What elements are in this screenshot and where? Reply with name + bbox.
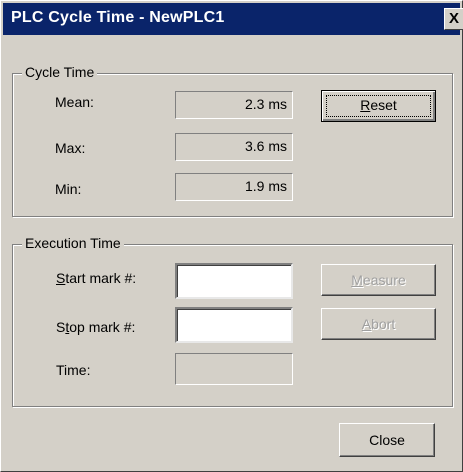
plc-cycle-time-dialog: PLC Cycle Time - NewPLC1 X Cycle Time Me… — [0, 0, 463, 472]
title-bar[interactable]: PLC Cycle Time - NewPLC1 X — [3, 3, 463, 35]
start-mark-label: Start mark #: — [56, 270, 137, 286]
measure-button[interactable]: Measure — [321, 264, 436, 296]
mean-label: Mean: — [55, 94, 94, 110]
max-value: 3.6 ms — [175, 133, 293, 161]
time-value — [175, 353, 293, 385]
min-label: Min: — [55, 181, 82, 197]
measure-button-label: Measure — [351, 272, 406, 288]
execution-time-group-label: Execution Time — [22, 235, 124, 251]
stop-mark-label: Stop mark #: — [56, 319, 136, 335]
stop-mark-input[interactable] — [175, 307, 293, 343]
time-label: Time: — [56, 362, 91, 378]
max-label: Max: — [55, 140, 86, 156]
mean-value: 2.3 ms — [175, 91, 293, 119]
abort-button-label: Abort — [361, 316, 396, 332]
window-title: PLC Cycle Time - NewPLC1 — [11, 9, 225, 26]
cycle-time-group-label: Cycle Time — [22, 64, 98, 80]
min-value: 1.9 ms — [175, 173, 293, 201]
window-close-button[interactable]: X — [444, 8, 463, 30]
reset-button-label: Reset — [360, 97, 397, 113]
reset-button[interactable]: Reset — [321, 90, 436, 122]
start-mark-input[interactable] — [175, 263, 293, 299]
close-button[interactable]: Close — [339, 423, 435, 457]
abort-button[interactable]: Abort — [321, 308, 436, 340]
